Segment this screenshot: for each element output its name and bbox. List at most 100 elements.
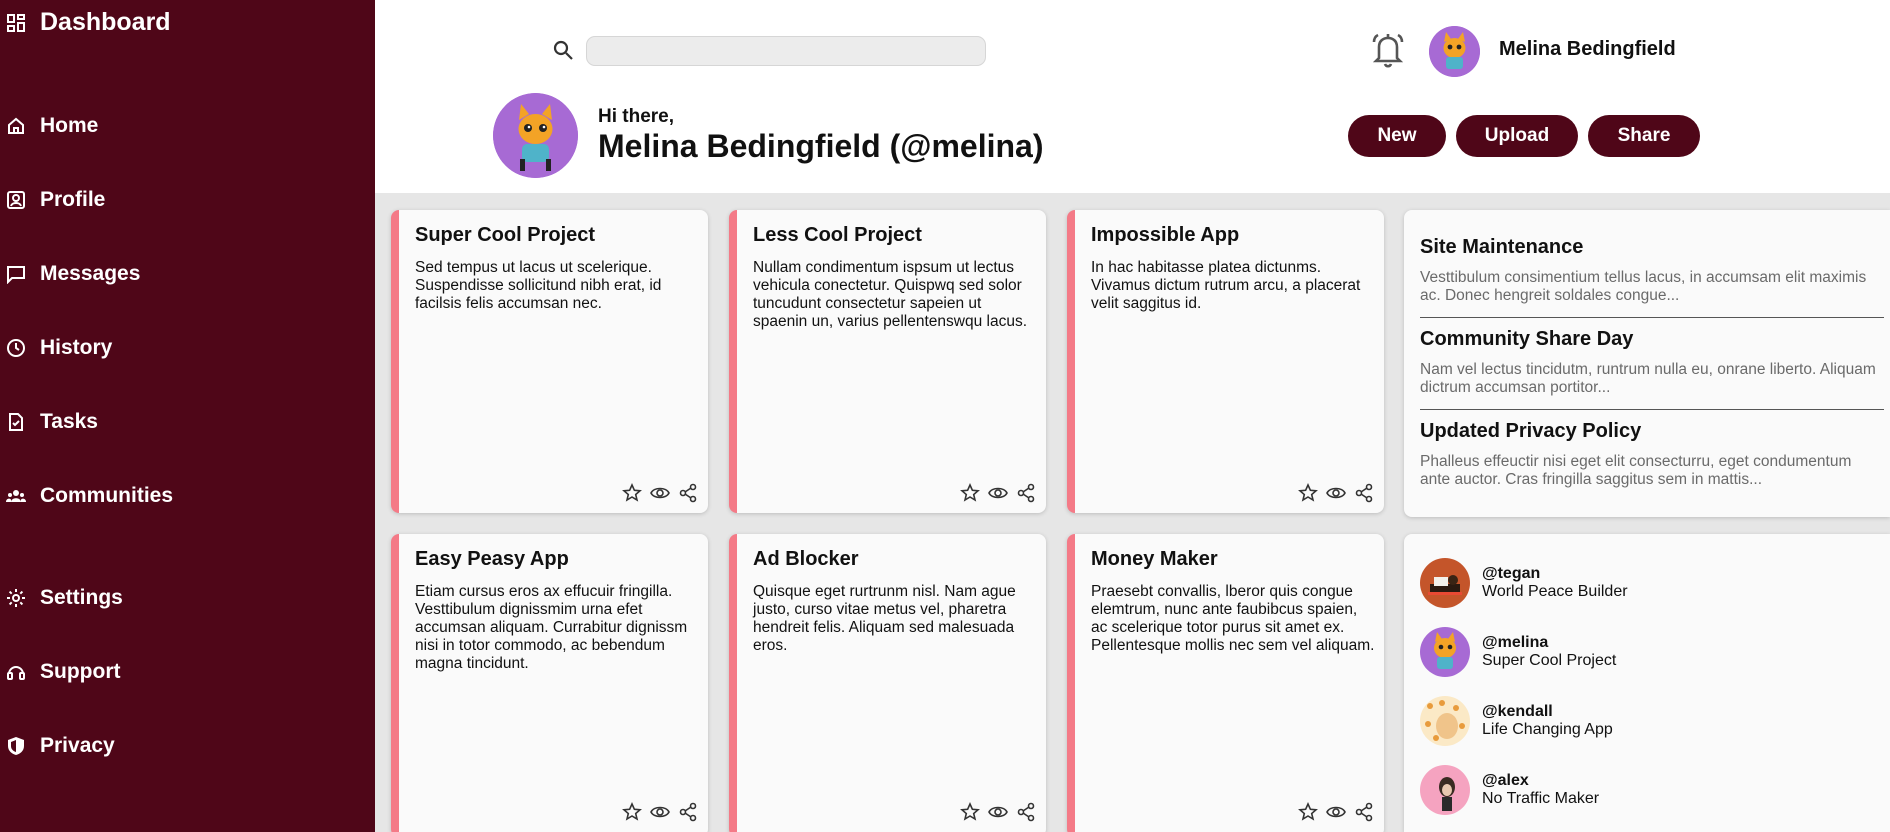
announcement-item[interactable]: Community Share Day Nam vel lectus tinci…	[1420, 328, 1884, 397]
eye-icon[interactable]	[650, 483, 670, 503]
trending-handle: @alex	[1482, 772, 1529, 789]
sidebar-item-home[interactable]: Home	[6, 114, 98, 138]
sidebar-item-label: Tasks	[40, 410, 98, 433]
page-title: Melina Bedingfield (@melina)	[598, 128, 1044, 164]
share-icon[interactable]	[1354, 483, 1374, 503]
sidebar-item-privacy[interactable]: Privacy	[6, 734, 115, 758]
sidebar-item-label: Privacy	[40, 734, 115, 757]
announcement-text: Vesttibulum consimentium tellus lacus, i…	[1420, 269, 1867, 304]
eye-icon[interactable]	[1326, 802, 1346, 822]
trending-description: World Peace Builder	[1482, 583, 1628, 600]
sidebar-item-communities[interactable]: Communities	[6, 484, 173, 508]
sidebar-item-history[interactable]: History	[6, 336, 112, 360]
clock-icon	[6, 338, 26, 358]
avatar	[1420, 765, 1470, 815]
eye-icon[interactable]	[650, 802, 670, 822]
announcement-text: Nam vel lectus tincidutm, runtrum nulla …	[1420, 361, 1876, 396]
avatar	[1420, 558, 1470, 608]
sidebar-item-label: Support	[40, 660, 121, 683]
dashboard-icon	[6, 13, 26, 33]
upload-button[interactable]: Upload	[1456, 115, 1578, 157]
announcement-title: Site Maintenance	[1420, 236, 1584, 258]
project-description: Quisque eget rurtrunm nisl. Nam ague jus…	[753, 583, 1016, 654]
trending-description: No Traffic Maker	[1482, 790, 1600, 807]
card-actions	[1298, 802, 1374, 822]
search-icon[interactable]	[551, 38, 575, 62]
bell-icon[interactable]	[1369, 30, 1407, 70]
sidebar-item-label: History	[40, 336, 113, 359]
eye-icon[interactable]	[988, 483, 1008, 503]
sidebar-item-label: Settings	[40, 586, 123, 609]
support-icon	[6, 662, 26, 682]
share-button[interactable]: Share	[1588, 115, 1700, 157]
trending-item[interactable]: @alex No Traffic Maker	[1420, 765, 1599, 815]
sidebar-item-support[interactable]: Support	[6, 660, 120, 684]
card-actions	[960, 483, 1036, 503]
divider	[1420, 317, 1884, 318]
project-description: Sed tempus ut lacus ut scelerique. Suspe…	[415, 259, 662, 312]
trending-description: Super Cool Project	[1482, 652, 1617, 669]
project-title: Impossible App	[1091, 224, 1240, 246]
share-icon[interactable]	[678, 802, 698, 822]
avatar	[1420, 696, 1470, 746]
announcement-item[interactable]: Updated Privacy Policy Phalleus effeucti…	[1420, 420, 1884, 489]
star-icon[interactable]	[960, 483, 980, 503]
announcements-panel: Site Maintenance Vesttibulum consimentiu…	[1404, 210, 1890, 517]
trending-description: Life Changing App	[1482, 721, 1613, 738]
header-username[interactable]: Melina Bedingfield	[1499, 38, 1676, 61]
announcement-text: Phalleus effeuctir nisi eget elit consec…	[1420, 453, 1852, 488]
divider	[1420, 409, 1884, 410]
greeting: Hi there,	[598, 106, 675, 127]
sidebar-brand[interactable]: Dashboard	[6, 8, 171, 37]
card-actions	[1298, 483, 1374, 503]
card-actions	[960, 802, 1036, 822]
header: Melina Bedingfield Hi there, Melina Bedi…	[375, 0, 1890, 193]
sidebar-item-label: Profile	[40, 188, 106, 211]
share-icon[interactable]	[1354, 802, 1374, 822]
announcement-title: Updated Privacy Policy	[1420, 420, 1642, 442]
project-card[interactable]: Impossible App In hac habitasse platea d…	[1067, 210, 1384, 513]
sidebar: Dashboard Home Profile Messages History …	[0, 0, 375, 832]
trending-item[interactable]: @kendall Life Changing App	[1420, 696, 1613, 746]
sidebar-item-profile[interactable]: Profile	[6, 188, 105, 212]
project-title: Ad Blocker	[753, 548, 859, 570]
project-description: Etiam cursus eros ax effucuir fringilla.…	[415, 583, 688, 672]
card-actions	[622, 483, 698, 503]
share-icon[interactable]	[1016, 483, 1036, 503]
star-icon[interactable]	[622, 483, 642, 503]
sidebar-title: Dashboard	[40, 8, 171, 36]
trending-item[interactable]: @melina Super Cool Project	[1420, 627, 1616, 677]
task-icon	[6, 412, 26, 432]
star-icon[interactable]	[1298, 802, 1318, 822]
search-input[interactable]	[586, 36, 986, 66]
project-card[interactable]: Easy Peasy App Etiam cursus eros ax effu…	[391, 534, 708, 832]
sidebar-item-label: Communities	[40, 484, 174, 507]
announcement-item[interactable]: Site Maintenance Vesttibulum consimentiu…	[1420, 236, 1884, 305]
project-description: In hac habitasse platea dictunms. Vivamu…	[1091, 259, 1361, 312]
profile-avatar	[493, 93, 578, 178]
sidebar-item-messages[interactable]: Messages	[6, 262, 140, 286]
shield-icon	[6, 736, 26, 756]
share-icon[interactable]	[678, 483, 698, 503]
project-title: Super Cool Project	[415, 224, 596, 246]
share-icon[interactable]	[1016, 802, 1036, 822]
project-title: Easy Peasy App	[415, 548, 569, 570]
project-description: Nullam condimentum ispsum ut lectus vehi…	[753, 259, 1028, 330]
sidebar-item-label: Messages	[40, 262, 141, 285]
sidebar-item-tasks[interactable]: Tasks	[6, 410, 98, 434]
eye-icon[interactable]	[1326, 483, 1346, 503]
new-button[interactable]: New	[1348, 115, 1446, 157]
star-icon[interactable]	[1298, 483, 1318, 503]
project-title: Less Cool Project	[753, 224, 922, 246]
avatar	[1420, 627, 1470, 677]
trending-item[interactable]: @tegan World Peace Builder	[1420, 558, 1628, 608]
eye-icon[interactable]	[988, 802, 1008, 822]
project-card[interactable]: Less Cool Project Nullam condimentum isp…	[729, 210, 1046, 513]
avatar[interactable]	[1429, 26, 1480, 77]
sidebar-item-settings[interactable]: Settings	[6, 586, 123, 610]
project-card[interactable]: Super Cool Project Sed tempus ut lacus u…	[391, 210, 708, 513]
star-icon[interactable]	[960, 802, 980, 822]
project-card[interactable]: Ad Blocker Quisque eget rurtrunm nisl. N…	[729, 534, 1046, 832]
project-card[interactable]: Money Maker Praesebt convallis, lberor q…	[1067, 534, 1384, 832]
star-icon[interactable]	[622, 802, 642, 822]
